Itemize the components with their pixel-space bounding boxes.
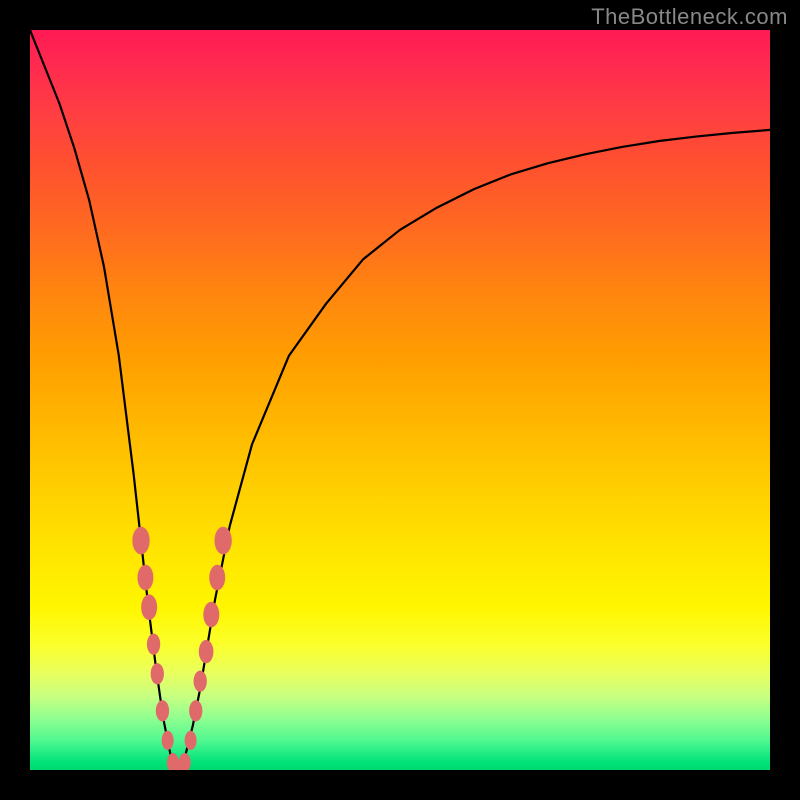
marker-dot	[209, 565, 225, 591]
bottleneck-curve	[30, 30, 770, 770]
marker-dot	[137, 565, 153, 591]
marker-dot	[203, 602, 219, 628]
marker-dot	[179, 753, 191, 770]
plot-area	[30, 30, 770, 770]
marker-dot	[141, 594, 157, 620]
marker-dot	[194, 671, 207, 692]
marker-dots	[132, 527, 231, 770]
chart-frame: TheBottleneck.com	[0, 0, 800, 800]
marker-dot	[214, 527, 231, 555]
marker-dot	[162, 731, 174, 750]
marker-dot	[151, 663, 164, 684]
marker-dot	[156, 700, 169, 721]
marker-dot	[199, 640, 214, 663]
marker-dot	[189, 700, 202, 721]
watermark-text: TheBottleneck.com	[591, 4, 788, 30]
marker-dot	[147, 634, 160, 655]
marker-dot	[132, 527, 149, 555]
plot-svg	[30, 30, 770, 770]
marker-dot	[185, 731, 197, 750]
